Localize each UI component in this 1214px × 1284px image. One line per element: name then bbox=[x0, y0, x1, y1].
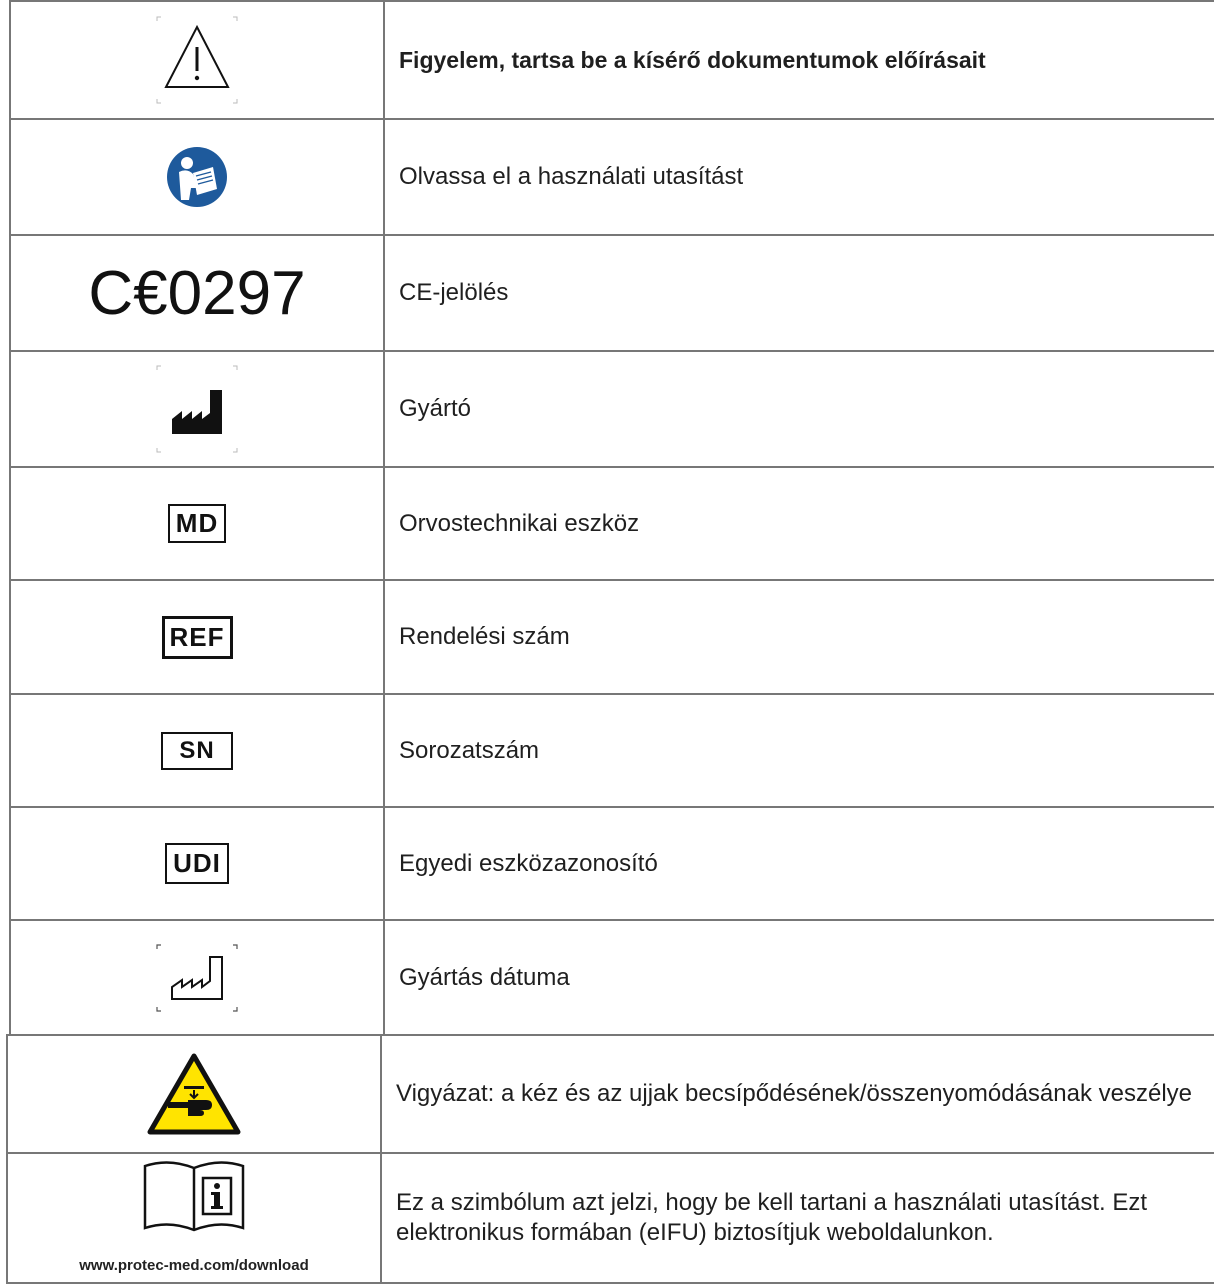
row-description: Vigyázat: a kéz és az ujjak becsípődésén… bbox=[396, 1080, 1193, 1107]
row-description: Gyártás dátuma bbox=[399, 963, 570, 991]
symbol-cell: MD bbox=[11, 468, 385, 579]
row-description: Ez a szimbólum azt jelzi, hogy be kell t… bbox=[396, 1189, 1148, 1246]
table-row: www.protec-med.com/download Ez a szimból… bbox=[6, 1152, 1214, 1284]
symbol-cell: www.protec-med.com/download bbox=[8, 1154, 382, 1282]
row-description: Orvostechnikai eszköz bbox=[399, 509, 640, 537]
eifu-book-info-icon bbox=[143, 1161, 245, 1232]
warning-triangle-icon bbox=[156, 16, 238, 104]
row-description: Egyedi eszközazonosító bbox=[399, 849, 658, 877]
symbol-cell bbox=[8, 1036, 382, 1152]
read-manual-icon bbox=[167, 147, 227, 207]
table-row: UDI Egyedi eszközazonosító bbox=[9, 806, 1214, 919]
md-icon: MD bbox=[167, 504, 227, 543]
manufacturer-icon bbox=[156, 365, 238, 453]
symbol-cell: REF bbox=[11, 581, 385, 693]
table-row: SN Sorozatszám bbox=[9, 693, 1214, 806]
table-row: Gyártó bbox=[9, 350, 1214, 466]
symbol-cell bbox=[11, 921, 385, 1034]
row-description: Olvassa el a használati utasítást bbox=[399, 163, 744, 190]
sn-icon: SN bbox=[161, 731, 233, 770]
udi-icon: UDI bbox=[165, 843, 229, 884]
row-description: CE-jelölés bbox=[399, 279, 509, 306]
table-row: MD Orvostechnikai eszköz bbox=[9, 466, 1214, 579]
download-url: www.protec-med.com/download bbox=[79, 1257, 309, 1274]
row-description: Sorozatszám bbox=[399, 736, 540, 764]
symbol-cell bbox=[11, 352, 385, 466]
row-description: Figyelem, tartsa be a kísérő dokumentumo… bbox=[399, 47, 986, 73]
table-row: Vigyázat: a kéz és az ujjak becsípődésén… bbox=[6, 1034, 1214, 1152]
symbol-cell: C€0297 bbox=[11, 236, 385, 350]
symbol-cell: SN bbox=[11, 695, 385, 806]
table-row: C€0297 CE-jelölés bbox=[9, 234, 1214, 350]
symbol-cell: UDI bbox=[11, 808, 385, 919]
symbol-cell bbox=[11, 120, 385, 234]
ref-icon: REF bbox=[161, 615, 233, 659]
symbols-table: Figyelem, tartsa be a kísérő dokumentumo… bbox=[6, 0, 1214, 1284]
table-row: REF Rendelési szám bbox=[9, 579, 1214, 693]
hand-crush-warning-icon bbox=[147, 1053, 241, 1135]
table-row: Gyártás dátuma bbox=[9, 919, 1214, 1034]
symbol-cell bbox=[11, 2, 385, 118]
date-of-manufacture-icon bbox=[156, 943, 238, 1012]
ce-mark-icon: C€0297 bbox=[88, 258, 306, 328]
row-description: Rendelési szám bbox=[399, 623, 570, 650]
table-row: Figyelem, tartsa be a kísérő dokumentumo… bbox=[9, 0, 1214, 118]
table-row: Olvassa el a használati utasítást bbox=[9, 118, 1214, 234]
row-description: Gyártó bbox=[399, 395, 472, 422]
